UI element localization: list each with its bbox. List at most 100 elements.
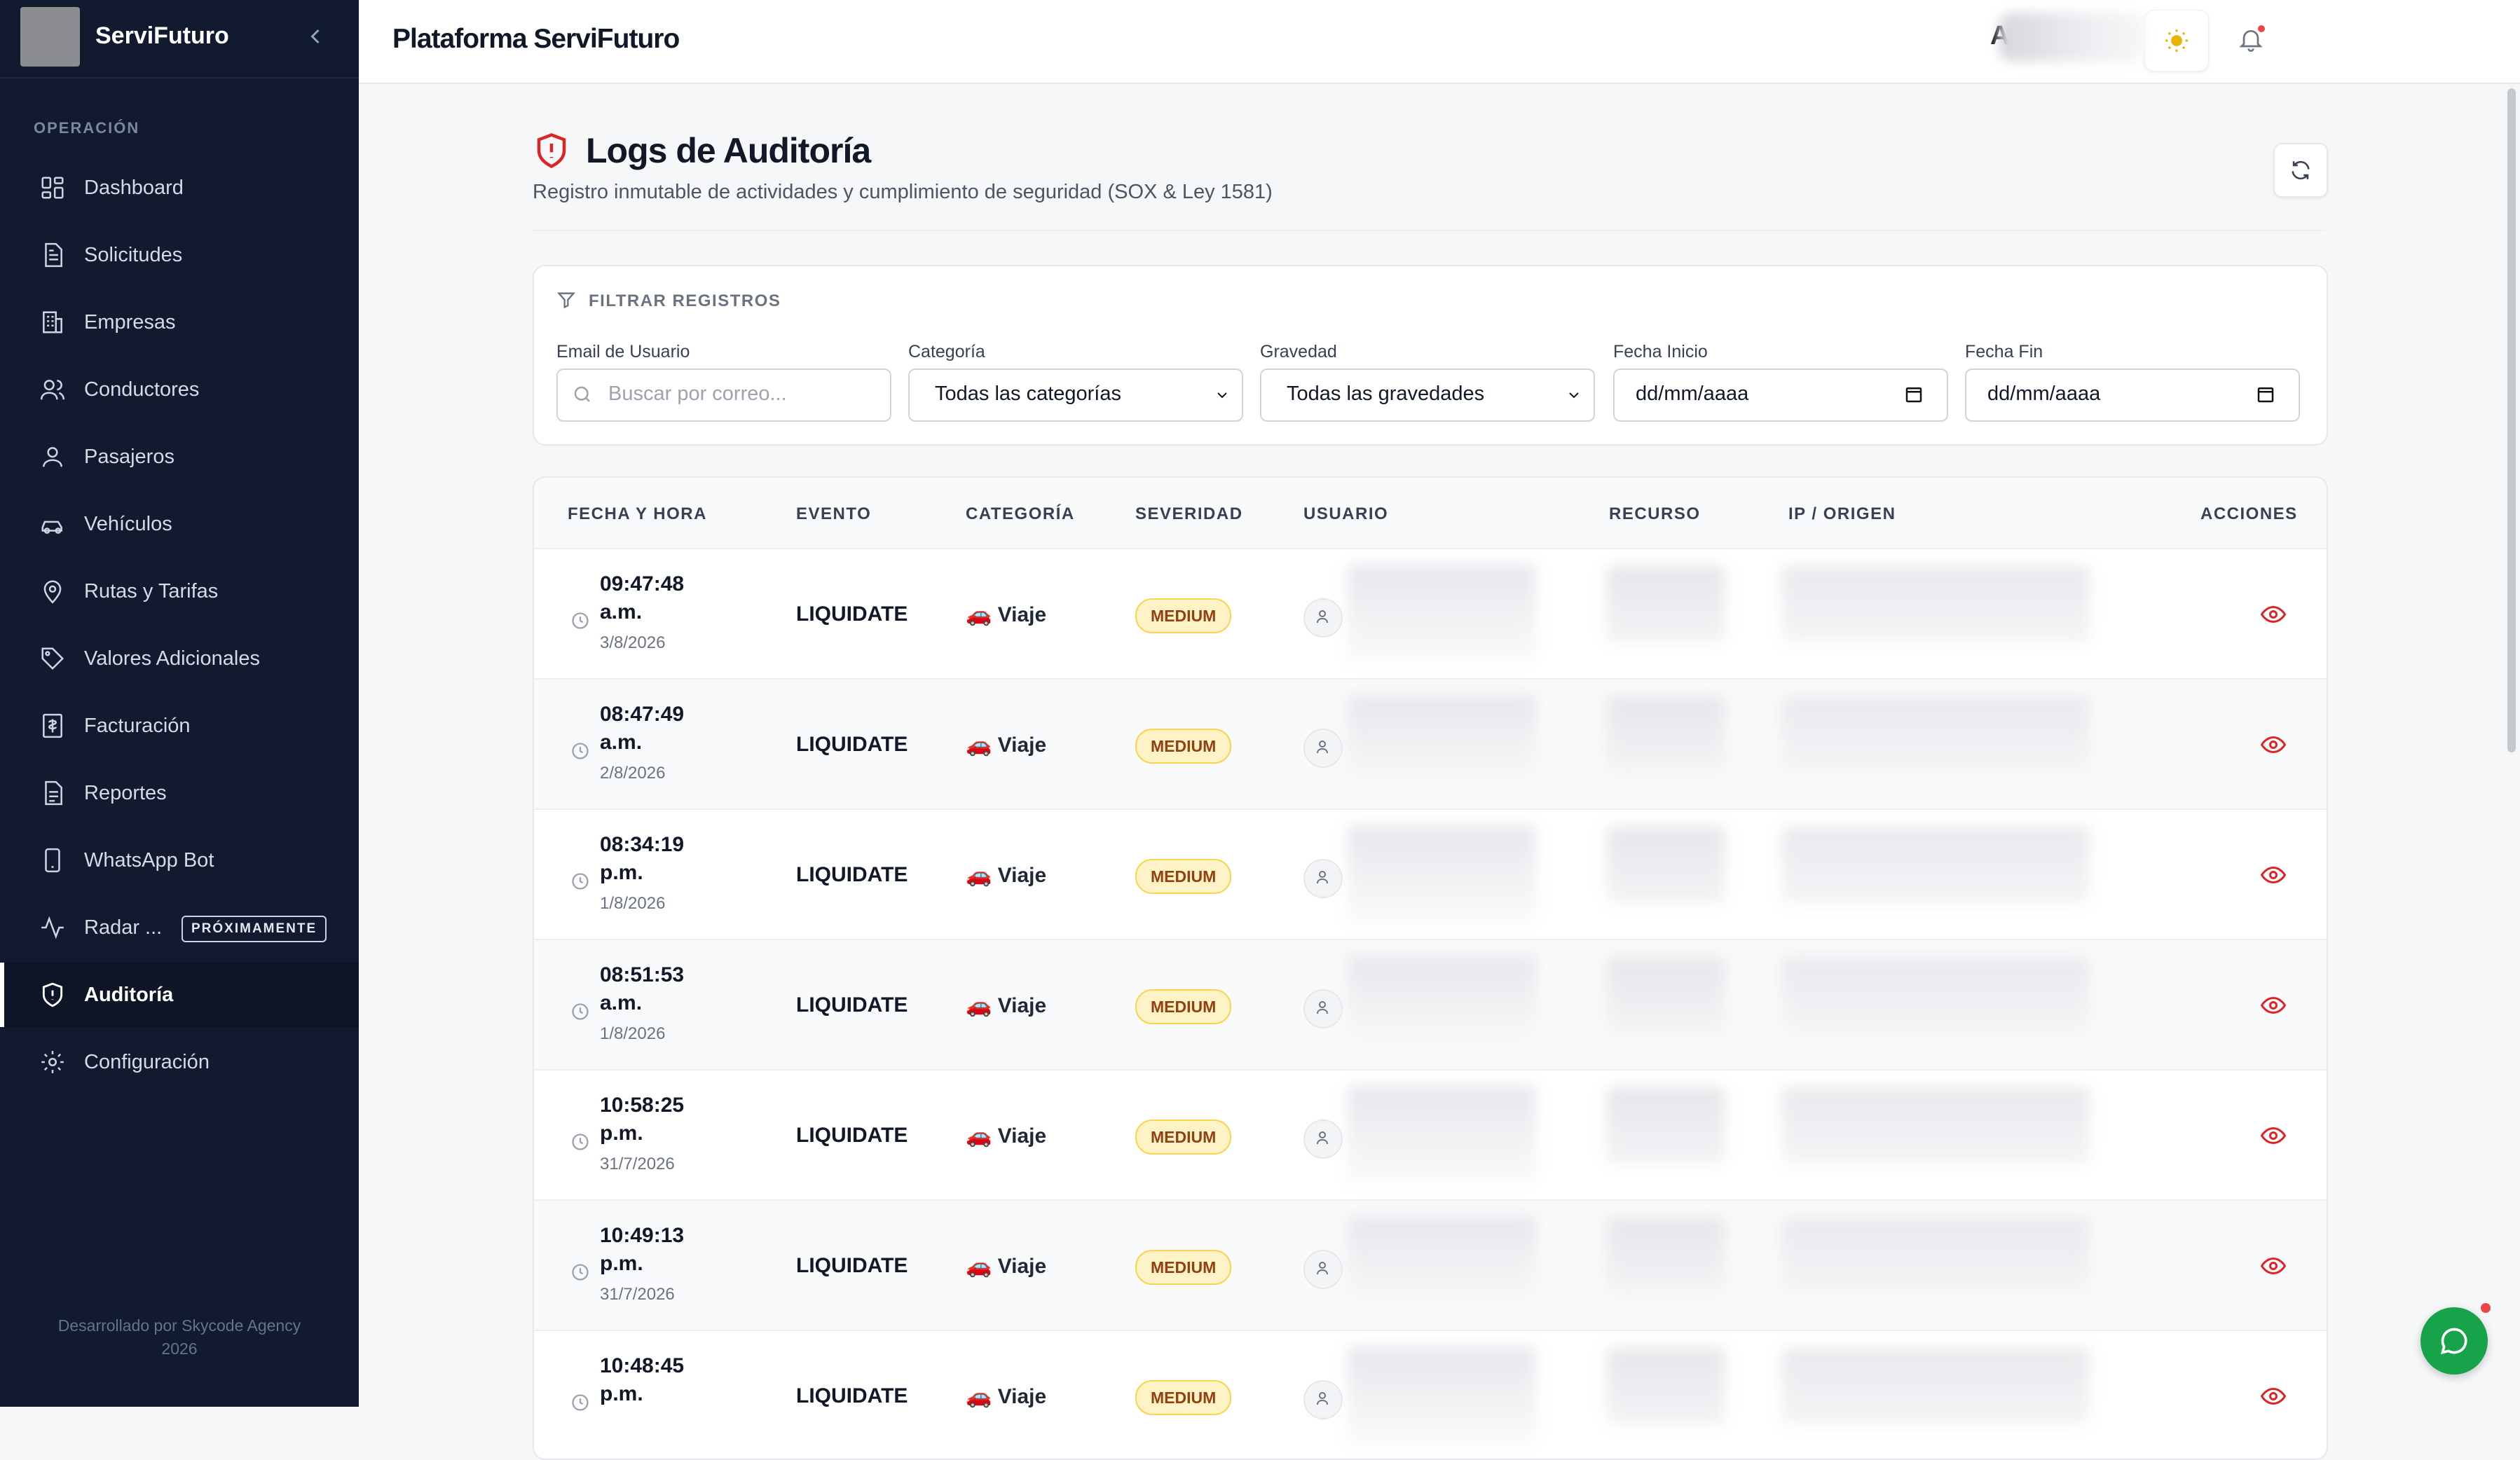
- row-event: LIQUIDATE: [796, 1254, 908, 1277]
- clock-icon: [572, 1264, 589, 1281]
- report-icon: [45, 780, 62, 806]
- row-category: 🚗 Viaje: [966, 1255, 1047, 1278]
- chat-notification-dot: [2481, 1303, 2491, 1313]
- col-header-event: EVENTO: [796, 504, 872, 523]
- chevron-down-icon: [1569, 392, 1579, 399]
- sidebar-item-valores-adicionales[interactable]: Valores Adicionales: [0, 626, 359, 691]
- sidebar-item-pasajeros[interactable]: Pasajeros: [0, 425, 359, 489]
- row-time-period: a.m.: [600, 731, 643, 754]
- car-icon: [41, 521, 62, 534]
- sidebar-item-whatsapp-bot[interactable]: WhatsApp Bot: [0, 828, 359, 893]
- severity-badge: MEDIUM: [1135, 1380, 1232, 1415]
- col-header-datetime: FECHA Y HORA: [568, 504, 707, 523]
- sidebar-item-auditoria[interactable]: Auditoría: [0, 963, 359, 1027]
- sidebar-item-label: Reportes: [84, 781, 167, 804]
- refresh-button[interactable]: [2273, 143, 2328, 198]
- user-menu[interactable]: [2314, 14, 2510, 67]
- sidebar-item-vehiculos[interactable]: Vehículos: [0, 492, 359, 556]
- user-icon: [1317, 1131, 1328, 1145]
- activity-icon: [41, 916, 64, 939]
- severity-badge: MEDIUM: [1135, 1120, 1232, 1155]
- row-time: 08:51:53 a.m.: [600, 961, 719, 1017]
- sidebar-item-label: Solicitudes: [84, 243, 183, 266]
- sidebar-item-conductores[interactable]: Conductores: [0, 357, 359, 422]
- sidebar-item-radar[interactable]: Radar ... PRÓXIMAMENTE: [0, 895, 359, 960]
- row-time-period: p.m.: [600, 1382, 643, 1405]
- platform-title: Plataforma ServiFuturo: [392, 24, 680, 54]
- user-info-redacted: [1347, 565, 1536, 663]
- email-filter-label: Email de Usuario: [556, 342, 690, 361]
- table-header: FECHA Y HORA EVENTO CATEGORÍA SEVERIDAD …: [534, 478, 2327, 548]
- view-details-button[interactable]: [2260, 1125, 2287, 1146]
- row-date: 3/8/2026: [600, 633, 666, 652]
- theme-toggle-button[interactable]: [2144, 10, 2209, 71]
- view-details-button[interactable]: [2260, 1255, 2287, 1276]
- clock-icon: [572, 612, 589, 629]
- view-details-button[interactable]: [2260, 604, 2287, 625]
- resource-redacted: [1606, 566, 1725, 643]
- email-search-input[interactable]: Buscar por correo...: [556, 369, 891, 422]
- sidebar-item-rutas-tarifas[interactable]: Rutas y Tarifas: [0, 559, 359, 624]
- row-date: 1/8/2026: [600, 1024, 666, 1043]
- row-date: 31/7/2026: [600, 1155, 675, 1173]
- row-time: 10:58:25 p.m.: [600, 1091, 719, 1148]
- view-details-button[interactable]: [2260, 734, 2287, 755]
- sidebar-footer: Desarrollado por Skycode Agency 2026: [0, 1314, 359, 1361]
- phone-icon: [45, 848, 60, 873]
- col-header-severity: SEVERIDAD: [1135, 504, 1243, 523]
- col-header-resource: RECURSO: [1609, 504, 1701, 523]
- row-date: 1/8/2026: [600, 894, 666, 913]
- row-event: LIQUIDATE: [796, 993, 908, 1017]
- filter-panel: FILTRAR REGISTROS Email de Usuario Busca…: [533, 265, 2328, 446]
- clock-icon: [572, 873, 589, 890]
- page-scrollbar[interactable]: [2507, 88, 2516, 752]
- table-row: 10:49:13 p.m. 31/7/2026 LIQUIDATE 🚗 Viaje…: [534, 1199, 2327, 1330]
- user-avatar-icon: [1303, 989, 1343, 1028]
- support-chat-button[interactable]: [2420, 1307, 2488, 1375]
- severity-select[interactable]: Todas las gravedades: [1260, 369, 1595, 422]
- sidebar-item-solicitudes[interactable]: Solicitudes: [0, 223, 359, 287]
- row-category: 🚗 Viaje: [966, 734, 1047, 757]
- row-event: LIQUIDATE: [796, 602, 908, 626]
- severity-badge: MEDIUM: [1135, 989, 1232, 1024]
- row-time-period: p.m.: [600, 1252, 643, 1275]
- row-event: LIQUIDATE: [796, 1384, 908, 1407]
- sidebar-item-facturacion[interactable]: Facturación: [0, 694, 359, 758]
- user-icon: [1317, 1001, 1328, 1014]
- severity-badge: MEDIUM: [1135, 598, 1232, 633]
- sidebar-item-label: Pasajeros: [84, 445, 174, 468]
- filter-heading: FILTRAR REGISTROS: [589, 291, 781, 310]
- sidebar-item-reportes[interactable]: Reportes: [0, 761, 359, 825]
- view-details-button[interactable]: [2260, 865, 2287, 886]
- sidebar-item-empresas[interactable]: Empresas: [0, 290, 359, 354]
- clock-icon: [572, 1394, 589, 1411]
- row-time-clock: 08:47:49: [600, 703, 685, 726]
- row-event: LIQUIDATE: [796, 863, 908, 886]
- app-logo: [20, 7, 80, 67]
- sidebar-item-label: Auditoría: [84, 983, 174, 1006]
- category-select[interactable]: Todas las categorías: [908, 369, 1243, 422]
- page-title: Logs de Auditoría: [586, 131, 871, 170]
- user-info-redacted: [1347, 695, 1536, 793]
- sidebar-item-dashboard[interactable]: Dashboard: [0, 156, 359, 220]
- collapse-sidebar-button[interactable]: [303, 24, 328, 49]
- category-filter-label: Categoría: [908, 342, 985, 361]
- ip-origin-redacted: [1781, 957, 2090, 1034]
- view-details-button[interactable]: [2260, 1386, 2287, 1407]
- start-date-input[interactable]: dd/mm/aaaa: [1613, 369, 1948, 422]
- view-details-button[interactable]: [2260, 995, 2287, 1016]
- user-icon: [1317, 871, 1328, 884]
- chevron-down-icon: [1217, 392, 1227, 399]
- user-avatar-icon: [1303, 859, 1343, 898]
- row-category: 🚗 Viaje: [966, 864, 1047, 887]
- row-category: 🚗 Viaje: [966, 1385, 1047, 1408]
- severity-badge: MEDIUM: [1135, 1250, 1232, 1285]
- sidebar-item-configuracion[interactable]: Configuración: [0, 1030, 359, 1094]
- table-row: 10:48:45 p.m. LIQUIDATE 🚗 Viaje MEDIUM: [534, 1330, 2327, 1459]
- row-event: LIQUIDATE: [796, 733, 908, 756]
- ip-origin-redacted: [1781, 827, 2090, 904]
- notifications-button[interactable]: [2226, 15, 2276, 66]
- row-time: 10:49:13 p.m.: [600, 1222, 719, 1278]
- end-date-input[interactable]: dd/mm/aaaa: [1965, 369, 2300, 422]
- clock-icon: [572, 743, 589, 759]
